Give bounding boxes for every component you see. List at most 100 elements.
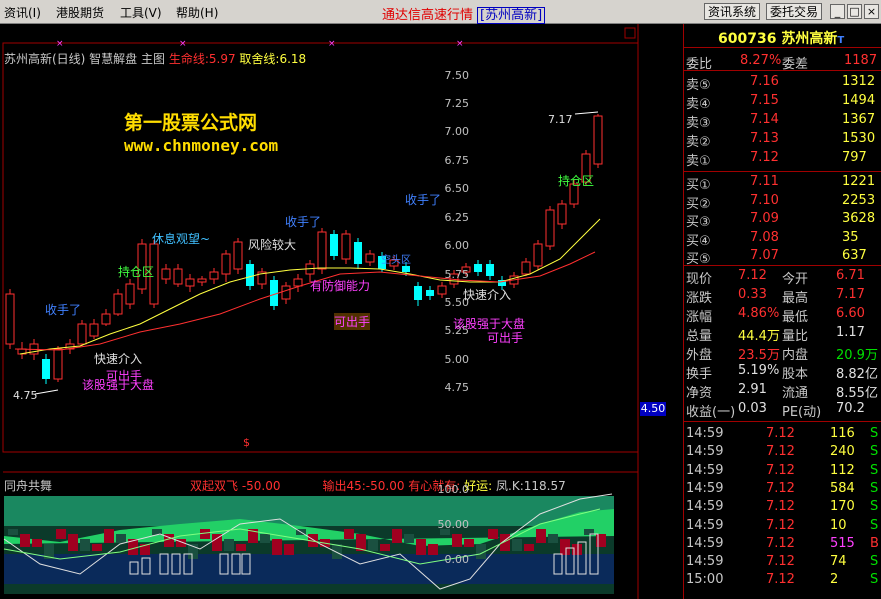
- y-tick-label: 7.00: [444, 125, 470, 138]
- candle-body: [221, 253, 231, 275]
- maximize-button[interactable]: □: [847, 4, 862, 19]
- candle-body: [77, 323, 87, 345]
- app-title-text: 通达信高速行情: [382, 8, 474, 23]
- y-tick-label: 6.00: [444, 239, 470, 252]
- stat-label-1: 外盘: [686, 348, 713, 363]
- candle-body: [330, 234, 338, 256]
- tick-side: S: [870, 499, 879, 515]
- low-arrow: [34, 389, 59, 395]
- tick-side: S: [870, 462, 879, 478]
- menu-tools[interactable]: 工具(V): [120, 4, 162, 21]
- stat-value-1: 4.86%: [738, 306, 780, 321]
- candle-body: [426, 290, 434, 296]
- y-tick-label: 6.25: [444, 211, 470, 224]
- indicator-bar: [380, 544, 390, 551]
- weibi-value: 8.27%: [740, 53, 782, 68]
- y-tick-label: 4.75: [444, 381, 470, 394]
- candle-body: [545, 209, 555, 247]
- ask-price: 7.14: [750, 112, 779, 127]
- menu-hk-futures[interactable]: 港股期货: [56, 4, 104, 21]
- tick-volume: 116: [830, 426, 855, 441]
- indicator-bar: [224, 539, 234, 551]
- bid-price: 7.10: [750, 192, 779, 208]
- ask-label: 卖⑤: [686, 78, 711, 93]
- candle-body: [53, 348, 63, 380]
- candle-body: [197, 278, 207, 283]
- stat-row: 换手 5.19% 股本 8.82亿: [684, 363, 881, 382]
- stat-label-2: 今开: [782, 272, 809, 287]
- menu-help[interactable]: 帮助(H): [176, 4, 218, 21]
- stock-name: 苏州高新: [781, 31, 838, 47]
- news-system-button[interactable]: 资讯系统: [704, 3, 761, 20]
- tick-price: 7.12: [766, 480, 795, 496]
- stat-value-2: 6.60: [836, 306, 865, 321]
- candle-body: [101, 313, 111, 325]
- bid-price: 7.11: [750, 174, 779, 189]
- stat-row: 净资 2.91 流通 8.55亿: [684, 382, 881, 401]
- candle-body: [246, 264, 254, 286]
- indicator-bar: [536, 529, 546, 543]
- stat-value-2: 1.17: [836, 325, 865, 340]
- dollar-mark: $: [243, 436, 250, 449]
- indicator-bar: [464, 539, 474, 547]
- stat-label-1: 涨幅: [686, 310, 713, 325]
- bid-volume: 1221: [842, 174, 876, 189]
- candle-body: [233, 241, 243, 270]
- annotation: 该股强于大盘: [453, 317, 526, 331]
- ask-volume: 1312: [842, 74, 876, 89]
- tick-price: 7.12: [766, 535, 795, 551]
- tick-volume: 584: [830, 480, 855, 496]
- menu-news[interactable]: 资讯(I): [4, 4, 41, 21]
- tick-side: S: [870, 426, 879, 441]
- indicator-title[interactable]: 同舟共舞: [4, 477, 52, 494]
- ask-row: 卖③ 7.14 1367: [684, 112, 881, 131]
- app-title-stock: [苏州高新]: [477, 7, 546, 24]
- indicator-bar: [512, 539, 522, 551]
- tick-time: 14:59: [686, 517, 724, 533]
- stat-value-2: 7.17: [836, 287, 865, 302]
- annotation: 可出手: [106, 369, 143, 383]
- chart-corner-icon[interactable]: [624, 27, 636, 39]
- kline-chart[interactable]: × × × × 苏州高新(日线) 智慧解盘 主图 生命线:5.97 取舍线:6.18 …: [0, 24, 682, 599]
- tick-row: 14:59 7.12 170 S: [684, 499, 881, 517]
- annotation: 快速介入: [463, 288, 512, 302]
- annotation: 快速介入: [94, 352, 143, 366]
- bid-label: 买②: [686, 196, 711, 212]
- stat-value-2: 8.82亿: [836, 367, 878, 382]
- minimize-button[interactable]: _: [830, 4, 845, 19]
- tick-price: 7.12: [766, 554, 795, 570]
- annotation: 持仓区: [558, 174, 595, 188]
- y-tick-label: 5.00: [444, 353, 470, 366]
- watermark-url: www.chnmoney.com: [124, 136, 279, 155]
- tick-volume: 515: [830, 535, 855, 551]
- stat-row: 总量 44.4万 量比 1.17: [684, 325, 881, 344]
- indicator-bar: [20, 534, 30, 547]
- indicator-bar: [452, 534, 462, 547]
- tick-volume: 2: [830, 572, 839, 588]
- indicator-bar: [560, 539, 570, 555]
- stat-value-1: 0.03: [738, 401, 767, 416]
- candle-body: [521, 261, 531, 275]
- stat-value-1: 5.19%: [738, 363, 780, 378]
- stat-value-1: 0.33: [738, 287, 767, 302]
- ask-price: 7.13: [750, 131, 779, 146]
- bid-row: 买② 7.10 2253: [684, 192, 881, 212]
- high-price-label: 7.17: [548, 113, 573, 126]
- stat-value-1: 23.5万: [738, 348, 780, 363]
- tick-side: S: [870, 554, 879, 570]
- stat-label-2: 最高: [782, 291, 809, 306]
- tick-row: 14:59 7.12 74 S: [684, 554, 881, 572]
- indicator-bar: [236, 544, 246, 551]
- indicator-bar: [548, 534, 558, 543]
- candle-body: [437, 285, 447, 295]
- trade-button[interactable]: 委托交易: [766, 3, 823, 20]
- candle-body: [281, 285, 291, 300]
- tick-time: 14:59: [686, 535, 724, 551]
- close-button[interactable]: ×: [864, 4, 879, 19]
- tick-row: 14:59 7.12 515 B: [684, 536, 881, 554]
- weibi-row: 委比 8.27% 委差 1187: [684, 53, 881, 72]
- stat-value-2: 20.9万: [836, 348, 878, 363]
- indicator-bar: [92, 544, 102, 551]
- indicator-band-top: [4, 496, 614, 526]
- stat-label-1: 换手: [686, 367, 713, 382]
